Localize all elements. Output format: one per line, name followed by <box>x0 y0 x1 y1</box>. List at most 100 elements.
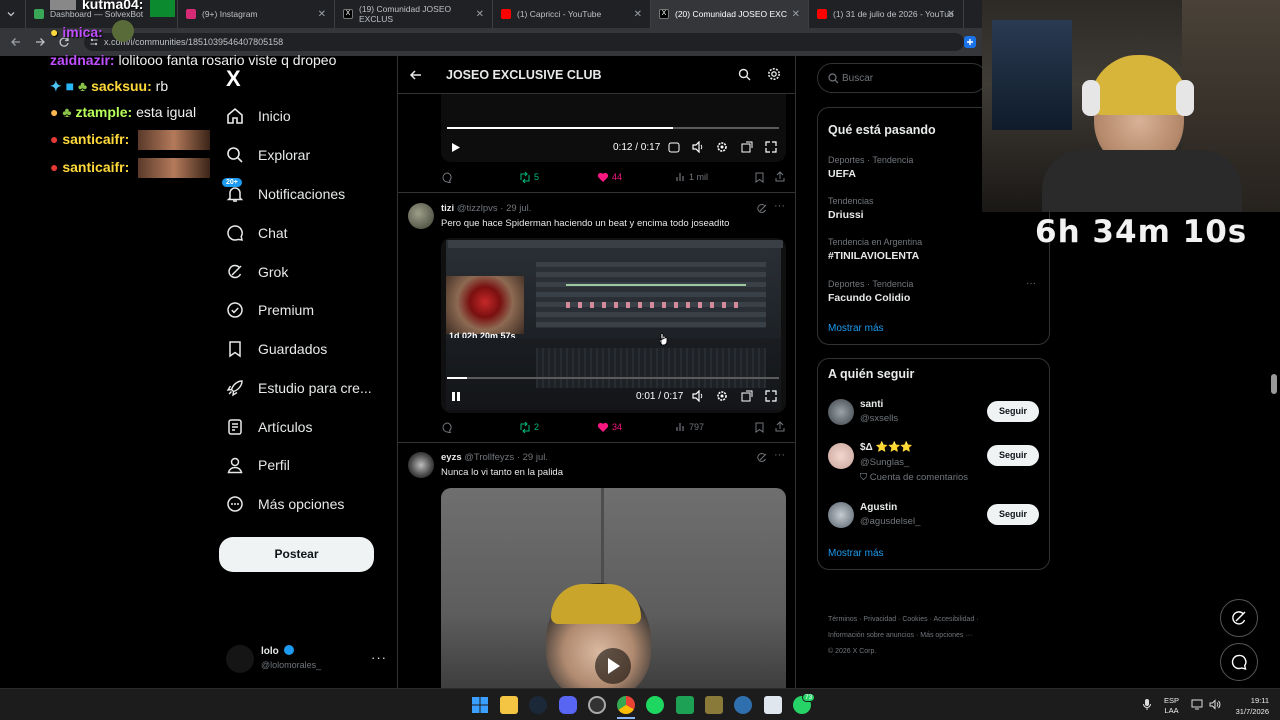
post-date[interactable]: · 29 jul. <box>500 203 531 214</box>
views-icon[interactable] <box>676 172 686 182</box>
trends-show-more[interactable]: Mostrar más <box>828 323 884 334</box>
heart-icon[interactable] <box>597 172 609 183</box>
video-progress-track[interactable] <box>447 377 779 379</box>
ccleaner-icon[interactable] <box>734 696 752 714</box>
popout-icon[interactable] <box>741 390 753 402</box>
settings-icon[interactable] <box>716 141 728 153</box>
clock[interactable]: 19:11 31/7/2026 <box>1229 695 1269 717</box>
nav-explorar[interactable]: Explorar <box>226 139 310 171</box>
nav-perfil[interactable]: Perfil <box>226 449 290 481</box>
follow-avatar[interactable] <box>828 399 854 425</box>
author-name[interactable]: eyzs <box>441 452 462 463</box>
bookmark-icon[interactable] <box>755 172 764 183</box>
page-scrollbar-thumb[interactable] <box>1271 374 1277 394</box>
post-button[interactable]: Postear <box>219 537 374 572</box>
video-progress-track[interactable] <box>447 127 779 129</box>
follow-button[interactable]: Seguir <box>987 445 1039 466</box>
follow-item[interactable]: santi @sxsells Seguir <box>818 397 1049 433</box>
fullscreen-icon[interactable] <box>765 390 777 402</box>
tab-list-button[interactable] <box>0 0 26 28</box>
nav-premium[interactable]: Premium <box>226 294 314 326</box>
volume-icon[interactable] <box>692 390 705 402</box>
fullscreen-icon[interactable] <box>765 141 777 153</box>
gear-icon[interactable] <box>767 67 781 81</box>
follow-item[interactable]: $Δ ⭐⭐⭐ @Sunglas_ ⛉ Cuenta de comentarios… <box>818 441 1049 487</box>
grok-float-button[interactable] <box>1220 599 1258 637</box>
heart-icon[interactable] <box>597 422 609 433</box>
steam-icon[interactable] <box>529 696 547 714</box>
trend-item[interactable]: Tendencia en Argentina #TINILAVIOLENTA <box>818 234 1049 270</box>
account-more-icon[interactable]: ··· <box>371 650 387 665</box>
trend-more-icon[interactable]: ··· <box>1026 278 1036 289</box>
post-date[interactable]: · 29 jul. <box>517 452 548 463</box>
nav-notificaciones[interactable]: 20+ Notificaciones <box>222 178 345 210</box>
follow-show-more[interactable]: Mostrar más <box>828 548 884 559</box>
close-icon[interactable]: ✕ <box>947 9 955 20</box>
windows-start-icon[interactable] <box>471 696 489 714</box>
reply-icon[interactable] <box>442 422 453 433</box>
x-logo[interactable]: X <box>226 66 241 92</box>
footer-link[interactable]: Privacidad <box>863 616 896 623</box>
grok-analyze-icon[interactable] <box>756 203 767 214</box>
search-icon[interactable] <box>738 68 751 81</box>
network-icon[interactable] <box>1191 699 1203 710</box>
footer-link[interactable]: Información sobre anuncios <box>828 632 914 639</box>
close-icon[interactable]: ✕ <box>634 9 642 20</box>
discord-icon[interactable] <box>559 696 577 714</box>
settings-icon[interactable] <box>716 390 728 402</box>
play-button[interactable] <box>595 648 631 684</box>
footer-link[interactable]: Cookies <box>902 616 927 623</box>
grok-analyze-icon[interactable] <box>756 452 767 463</box>
url-field[interactable]: x.com/i/communities/1851039546407805158 <box>84 33 964 51</box>
browser-tab[interactable]: (1) Capricci - YouTube ✕ <box>493 0 651 28</box>
microphone-icon[interactable] <box>1142 698 1152 711</box>
popout-icon[interactable] <box>741 141 753 153</box>
browser-tab-active[interactable]: X (20) Comunidad JOSEO EXC ✕ <box>651 0 809 28</box>
views-icon[interactable] <box>676 422 686 432</box>
follow-button[interactable]: Seguir <box>987 401 1039 422</box>
nav-articulos[interactable]: Artículos <box>226 411 312 443</box>
extension-icon[interactable] <box>963 35 977 49</box>
share-icon[interactable] <box>775 421 785 432</box>
account-avatar[interactable] <box>226 645 254 673</box>
post-video[interactable]: 1d 02h 20m 57s 0:01 / 0:17 <box>441 238 786 413</box>
footer-link[interactable]: Términos <box>828 616 857 623</box>
footer-link[interactable]: Más opciones ··· <box>920 632 972 639</box>
author-avatar[interactable] <box>408 203 434 229</box>
follow-avatar[interactable] <box>828 443 854 469</box>
browser-tab[interactable]: (1) 31 de julio de 2026 - YouTub ✕ <box>809 0 964 28</box>
spotify-icon[interactable] <box>646 696 664 714</box>
nav-grok[interactable]: Grok <box>226 256 288 288</box>
launcher-icon[interactable] <box>676 696 694 714</box>
author-name[interactable]: tizi <box>441 203 454 214</box>
post-video[interactable]: 0:12 / 0:17 <box>441 94 786 162</box>
follow-button[interactable]: Seguir <box>987 504 1039 525</box>
back-arrow-icon[interactable] <box>409 68 423 82</box>
nav-mas-opciones[interactable]: Más opciones <box>226 488 344 520</box>
author-handle[interactable]: @tizzlpvs <box>457 203 498 214</box>
reply-icon[interactable] <box>442 172 453 183</box>
captions-icon[interactable] <box>668 142 680 153</box>
forward-icon[interactable] <box>34 36 46 48</box>
follow-name[interactable]: Agustin <box>860 502 897 513</box>
notepad-icon[interactable] <box>764 696 782 714</box>
follow-name[interactable]: santi <box>860 399 883 410</box>
back-icon[interactable] <box>10 36 22 48</box>
language-indicator[interactable]: ESP LAA <box>1164 696 1179 716</box>
browser-tab[interactable]: X (19) Comunidad JOSEO EXCLUS ✕ <box>335 0 493 28</box>
browser-tab[interactable]: (9+) Instagram ✕ <box>178 0 335 28</box>
follow-name[interactable]: $Δ ⭐⭐⭐ <box>860 442 913 453</box>
account-switcher[interactable]: lolo <box>261 645 294 657</box>
nav-guardados[interactable]: Guardados <box>226 333 327 365</box>
nav-estudio[interactable]: Estudio para cre... <box>226 372 372 404</box>
retweet-icon[interactable] <box>519 172 531 183</box>
nav-inicio[interactable]: Inicio <box>226 100 291 132</box>
post-video-thumbnail[interactable] <box>441 488 786 688</box>
messages-float-button[interactable] <box>1220 643 1258 681</box>
footer-link[interactable]: Accesibilidad <box>933 616 974 623</box>
close-icon[interactable]: ✕ <box>792 9 800 20</box>
file-explorer-icon[interactable] <box>500 696 518 714</box>
obs-icon[interactable] <box>588 696 606 714</box>
volume-icon[interactable] <box>1209 699 1221 710</box>
volume-icon[interactable] <box>692 141 705 153</box>
